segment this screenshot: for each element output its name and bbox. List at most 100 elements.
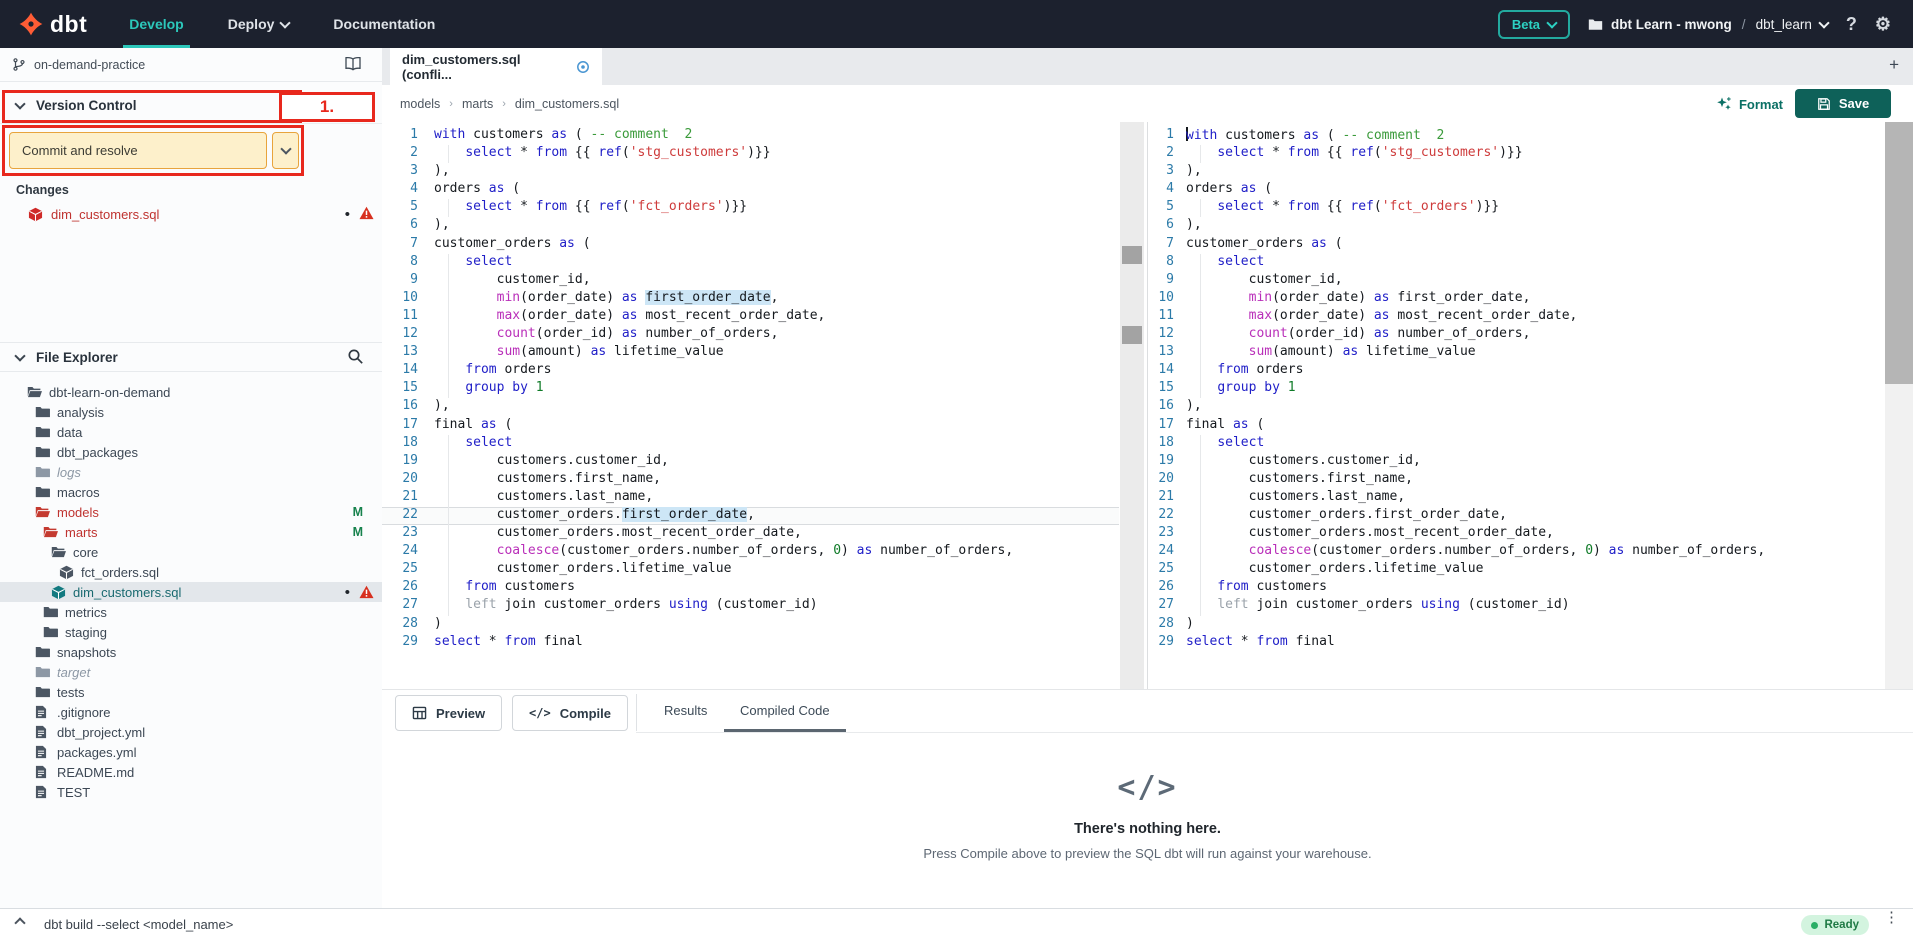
tree-item-core[interactable]: core bbox=[0, 542, 382, 562]
code-line-20[interactable]: 20 customers.first_name, bbox=[1148, 471, 1871, 489]
tree-item-target[interactable]: target bbox=[0, 662, 382, 682]
code-line-4[interactable]: 4orders as ( bbox=[1148, 181, 1871, 199]
right-pane-scrollbar[interactable] bbox=[1885, 122, 1913, 689]
code-line-23[interactable]: 23 customer_orders.most_recent_order_dat… bbox=[382, 525, 1119, 543]
code-line-27[interactable]: 27 left join customer_orders using (cust… bbox=[1148, 597, 1871, 615]
gear-icon[interactable]: ⚙ bbox=[1875, 15, 1891, 33]
code-line-10[interactable]: 10 min(order_date) as first_order_date, bbox=[382, 290, 1119, 308]
tree-item-metrics[interactable]: metrics bbox=[0, 602, 382, 622]
code-line-21[interactable]: 21 customers.last_name, bbox=[382, 489, 1119, 507]
tree-item-dbt-project-yml[interactable]: dbt_project.yml bbox=[0, 722, 382, 742]
tree-item-analysis[interactable]: analysis bbox=[0, 402, 382, 422]
code-line-12[interactable]: 12 count(order_id) as number_of_orders, bbox=[382, 326, 1119, 344]
tree-item-test[interactable]: TEST bbox=[0, 782, 382, 802]
chevron-up-icon[interactable] bbox=[14, 917, 25, 928]
code-line-1[interactable]: 1with customers as ( -- comment 2 bbox=[382, 127, 1119, 145]
nav-item-develop[interactable]: Develop bbox=[107, 0, 205, 48]
breadcrumb-models[interactable]: models bbox=[400, 97, 440, 111]
code-line-25[interactable]: 25 customer_orders.lifetime_value bbox=[382, 561, 1119, 579]
tree-item-data[interactable]: data bbox=[0, 422, 382, 442]
breadcrumb-marts[interactable]: marts bbox=[462, 97, 493, 111]
code-line-11[interactable]: 11 max(order_date) as most_recent_order_… bbox=[382, 308, 1119, 326]
compile-button[interactable]: </> Compile bbox=[512, 695, 628, 731]
code-line-8[interactable]: 8 select bbox=[1148, 254, 1871, 272]
scrollbar-thumb[interactable] bbox=[1122, 246, 1142, 264]
code-line-8[interactable]: 8 select bbox=[382, 254, 1119, 272]
editor-tab-dim-customers[interactable]: dim_customers.sql (confli... bbox=[390, 48, 602, 85]
code-line-25[interactable]: 25 customer_orders.lifetime_value bbox=[1148, 561, 1871, 579]
tab-compiled-code[interactable]: Compiled Code bbox=[734, 690, 836, 732]
code-line-15[interactable]: 15 group by 1 bbox=[382, 380, 1119, 398]
code-line-1[interactable]: 1with customers as ( -- comment 2 bbox=[1148, 127, 1871, 145]
code-line-17[interactable]: 17final as ( bbox=[1148, 417, 1871, 435]
dbt-logo[interactable]: dbt bbox=[0, 11, 107, 38]
tree-item--gitignore[interactable]: .gitignore bbox=[0, 702, 382, 722]
code-line-26[interactable]: 26 from customers bbox=[1148, 579, 1871, 597]
left-pane-scrollbar[interactable] bbox=[1120, 122, 1144, 689]
code-line-22[interactable]: 22 customer_orders.first_order_date, bbox=[1148, 507, 1871, 525]
code-line-29[interactable]: 29select * from final bbox=[382, 634, 1119, 652]
code-line-29[interactable]: 29select * from final bbox=[1148, 634, 1871, 652]
code-line-6[interactable]: 6), bbox=[382, 217, 1119, 235]
code-line-24[interactable]: 24 coalesce(customer_orders.number_of_or… bbox=[1148, 543, 1871, 561]
code-line-5[interactable]: 5 select * from {{ ref('fct_orders')}} bbox=[1148, 199, 1871, 217]
tree-item-packages-yml[interactable]: packages.yml bbox=[0, 742, 382, 762]
code-line-15[interactable]: 15 group by 1 bbox=[1148, 380, 1871, 398]
code-line-18[interactable]: 18 select bbox=[382, 435, 1119, 453]
code-line-17[interactable]: 17final as ( bbox=[382, 417, 1119, 435]
tab-results[interactable]: Results bbox=[658, 690, 713, 732]
code-line-18[interactable]: 18 select bbox=[1148, 435, 1871, 453]
code-line-7[interactable]: 7customer_orders as ( bbox=[1148, 236, 1871, 254]
commit-and-resolve-button[interactable]: Commit and resolve bbox=[9, 132, 267, 169]
tree-item-dim-customers-sql[interactable]: dim_customers.sql• bbox=[0, 582, 382, 602]
code-line-2[interactable]: 2 select * from {{ ref('stg_customers')}… bbox=[1148, 145, 1871, 163]
code-line-5[interactable]: 5 select * from {{ ref('fct_orders')}} bbox=[382, 199, 1119, 217]
code-line-6[interactable]: 6), bbox=[1148, 217, 1871, 235]
editor-pane-left[interactable]: 1with customers as ( -- comment 22 selec… bbox=[382, 122, 1119, 689]
code-line-3[interactable]: 3), bbox=[1148, 163, 1871, 181]
nav-item-documentation[interactable]: Documentation bbox=[311, 0, 457, 48]
tree-item-fct-orders-sql[interactable]: fct_orders.sql bbox=[0, 562, 382, 582]
docs-book-icon[interactable] bbox=[344, 56, 362, 72]
changed-file-row[interactable]: dim_customers.sql• bbox=[0, 203, 382, 225]
code-line-3[interactable]: 3), bbox=[382, 163, 1119, 181]
save-button[interactable]: Save bbox=[1795, 89, 1891, 118]
code-line-16[interactable]: 16), bbox=[382, 398, 1119, 416]
code-line-26[interactable]: 26 from customers bbox=[382, 579, 1119, 597]
tree-item-dbt-packages[interactable]: dbt_packages bbox=[0, 442, 382, 462]
code-line-20[interactable]: 20 customers.first_name, bbox=[382, 471, 1119, 489]
tree-item-models[interactable]: modelsM bbox=[0, 502, 382, 522]
file-explorer-header[interactable]: File Explorer bbox=[0, 342, 382, 372]
code-line-4[interactable]: 4orders as ( bbox=[382, 181, 1119, 199]
help-icon[interactable]: ? bbox=[1846, 15, 1857, 33]
commit-options-button[interactable] bbox=[272, 132, 299, 169]
code-line-22[interactable]: 22 customer_orders.first_order_date, bbox=[382, 507, 1119, 525]
tree-item-readme-md[interactable]: README.md bbox=[0, 762, 382, 782]
tree-item-marts[interactable]: martsM bbox=[0, 522, 382, 542]
code-line-10[interactable]: 10 min(order_date) as first_order_date, bbox=[1148, 290, 1871, 308]
tree-item-dbt-learn-on-demand[interactable]: dbt-learn-on-demand bbox=[0, 382, 382, 402]
code-line-28[interactable]: 28) bbox=[382, 616, 1119, 634]
git-branch-row[interactable]: on-demand-practice bbox=[0, 48, 382, 82]
code-line-9[interactable]: 9 customer_id, bbox=[382, 272, 1119, 290]
scrollbar-thumb[interactable] bbox=[1885, 122, 1913, 384]
code-line-28[interactable]: 28) bbox=[1148, 616, 1871, 634]
code-line-11[interactable]: 11 max(order_date) as most_recent_order_… bbox=[1148, 308, 1871, 326]
account-switcher[interactable]: dbt Learn - mwong / dbt_learn bbox=[1588, 17, 1828, 32]
code-line-24[interactable]: 24 coalesce(customer_orders.number_of_or… bbox=[382, 543, 1119, 561]
code-line-16[interactable]: 16), bbox=[1148, 398, 1871, 416]
nav-item-deploy[interactable]: Deploy bbox=[206, 0, 312, 48]
version-control-header[interactable]: Version Control bbox=[0, 88, 382, 124]
code-line-23[interactable]: 23 customer_orders.most_recent_order_dat… bbox=[1148, 525, 1871, 543]
code-line-19[interactable]: 19 customers.customer_id, bbox=[382, 453, 1119, 471]
command-input[interactable]: dbt build --select <model_name> bbox=[44, 917, 233, 932]
new-tab-button[interactable]: + bbox=[1889, 55, 1899, 75]
tree-item-snapshots[interactable]: snapshots bbox=[0, 642, 382, 662]
tree-item-logs[interactable]: logs bbox=[0, 462, 382, 482]
editor-pane-right[interactable]: 1with customers as ( -- comment 22 selec… bbox=[1147, 122, 1871, 689]
breadcrumb-file[interactable]: dim_customers.sql bbox=[515, 97, 619, 111]
code-line-12[interactable]: 12 count(order_id) as number_of_orders, bbox=[1148, 326, 1871, 344]
tree-item-tests[interactable]: tests bbox=[0, 682, 382, 702]
beta-toggle[interactable]: Beta bbox=[1498, 10, 1570, 39]
code-line-13[interactable]: 13 sum(amount) as lifetime_value bbox=[1148, 344, 1871, 362]
